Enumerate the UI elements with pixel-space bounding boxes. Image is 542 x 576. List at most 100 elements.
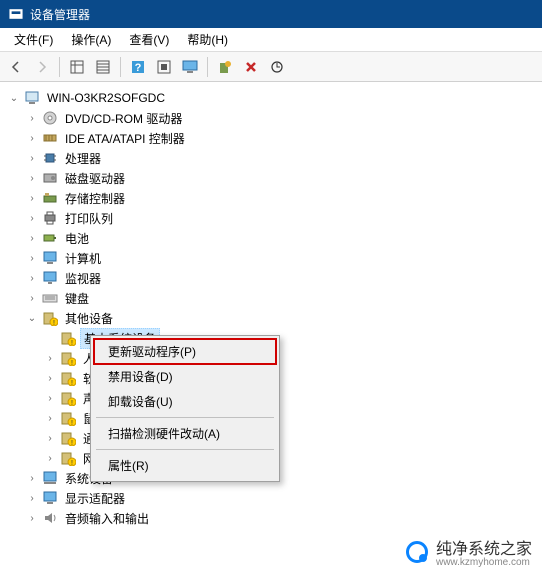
menu-action[interactable]: 操作(A) xyxy=(63,29,119,50)
update-driver-icon[interactable] xyxy=(213,55,237,79)
chevron-right-icon: › xyxy=(44,452,56,464)
chevron-down-icon[interactable]: ⌄ xyxy=(8,92,20,104)
chevron-right-icon: › xyxy=(26,252,38,264)
node-label: 打印队列 xyxy=(62,209,116,228)
chevron-right-icon: › xyxy=(44,432,56,444)
watermark: 纯净系统之家 www.kzmyhome.com xyxy=(406,535,532,568)
unknown-icon: ! xyxy=(60,350,76,366)
printer-icon xyxy=(42,210,58,226)
delete-icon[interactable] xyxy=(239,55,263,79)
node-label: 键盘 xyxy=(62,289,92,308)
tree-node[interactable]: › 监视器 xyxy=(26,268,538,288)
computer-icon xyxy=(42,250,58,266)
node-label: 存储控制器 xyxy=(62,189,128,208)
chevron-right-icon: › xyxy=(26,212,38,224)
chevron-right-icon: › xyxy=(26,492,38,504)
scan-icon[interactable] xyxy=(265,55,289,79)
separator xyxy=(59,57,60,77)
logo-icon xyxy=(406,541,428,563)
storage-icon xyxy=(42,190,58,206)
ide-icon xyxy=(42,130,58,146)
chevron-right-icon: › xyxy=(26,472,38,484)
monitor-icon xyxy=(42,270,58,286)
unknown-icon: ! xyxy=(60,330,76,346)
watermark-brand: 纯净系统之家 xyxy=(436,541,532,558)
back-button[interactable] xyxy=(4,55,28,79)
disk-icon xyxy=(42,170,58,186)
tree-node[interactable]: ›处理器 xyxy=(26,148,538,168)
unknown-icon: ! xyxy=(60,450,76,466)
tree-node[interactable]: › 键盘 xyxy=(26,288,538,308)
toolbar-btn-1[interactable] xyxy=(65,55,89,79)
tree-node[interactable]: › 磁盘驱动器 xyxy=(26,168,538,188)
tree-node[interactable]: ›音频输入和输出 xyxy=(26,508,538,528)
monitor-icon[interactable] xyxy=(178,55,202,79)
cm-scan-hardware[interactable]: 扫描检测硬件改动(A) xyxy=(94,421,276,446)
tree-node[interactable]: › 电池 xyxy=(26,228,538,248)
chevron-right-icon: › xyxy=(26,112,38,124)
toolbar-btn-4[interactable] xyxy=(152,55,176,79)
chevron-right-icon: › xyxy=(44,372,56,384)
menu-view[interactable]: 查看(V) xyxy=(121,29,177,50)
tree-node[interactable]: › IDE ATA/ATAPI 控制器 xyxy=(26,128,538,148)
node-label: 音频输入和输出 xyxy=(62,509,152,528)
menu-file[interactable]: 文件(F) xyxy=(6,29,61,50)
chevron-right-icon: › xyxy=(26,172,38,184)
cm-update-driver[interactable]: 更新驱动程序(P) xyxy=(94,339,276,364)
svg-text:?: ? xyxy=(135,62,142,74)
separator xyxy=(207,57,208,77)
chevron-right-icon: › xyxy=(26,232,38,244)
toolbar: ? xyxy=(0,52,542,82)
cm-disable-device[interactable]: 禁用设备(D) xyxy=(94,364,276,389)
forward-button[interactable] xyxy=(30,55,54,79)
unknown-icon: ! xyxy=(60,430,76,446)
node-label: DVD/CD-ROM 驱动器 xyxy=(62,109,185,128)
tree-node-other-devices[interactable]: ⌄! 其他设备 xyxy=(26,308,538,328)
svg-text:!: ! xyxy=(53,320,55,326)
tree-node[interactable]: › 显示适配器 xyxy=(26,488,538,508)
separator xyxy=(96,417,274,418)
cm-properties[interactable]: 属性(R) xyxy=(94,453,276,478)
computer-icon xyxy=(24,90,40,106)
help-icon[interactable]: ? xyxy=(126,55,150,79)
chevron-right-icon: › xyxy=(26,132,38,144)
tree-node[interactable]: › 打印队列 xyxy=(26,208,538,228)
node-label: IDE ATA/ATAPI 控制器 xyxy=(62,129,188,148)
battery-icon xyxy=(42,230,58,246)
titlebar: 设备管理器 xyxy=(0,0,542,28)
node-label: 显示适配器 xyxy=(62,489,128,508)
chevron-right-icon: › xyxy=(26,272,38,284)
node-label: 磁盘驱动器 xyxy=(62,169,128,188)
menubar: 文件(F) 操作(A) 查看(V) 帮助(H) xyxy=(0,28,542,52)
cpu-icon xyxy=(42,150,58,166)
root-label: WIN-O3KR2SOFGDC xyxy=(44,90,168,106)
chevron-right-icon: › xyxy=(44,412,56,424)
svg-text:!: ! xyxy=(71,420,73,426)
separator xyxy=(120,57,121,77)
svg-text:!: ! xyxy=(71,380,73,386)
cm-uninstall-device[interactable]: 卸载设备(U) xyxy=(94,389,276,414)
node-label: 电池 xyxy=(62,229,92,248)
tree-root-node[interactable]: ⌄ WIN-O3KR2SOFGDC xyxy=(8,88,538,108)
unknown-icon: ! xyxy=(42,310,58,326)
watermark-url: www.kzmyhome.com xyxy=(436,557,532,568)
svg-text:!: ! xyxy=(71,400,73,406)
chevron-right-icon: › xyxy=(26,192,38,204)
context-menu: 更新驱动程序(P) 禁用设备(D) 卸载设备(U) 扫描检测硬件改动(A) 属性… xyxy=(90,335,280,482)
chevron-down-icon[interactable]: ⌄ xyxy=(26,312,38,324)
system-icon xyxy=(42,470,58,486)
tree-node[interactable]: › 计算机 xyxy=(26,248,538,268)
tree-node[interactable]: › 存储控制器 xyxy=(26,188,538,208)
svg-text:!: ! xyxy=(71,440,73,446)
expander-placeholder xyxy=(44,332,56,344)
node-label: 处理器 xyxy=(62,149,104,168)
node-label: 其他设备 xyxy=(62,309,116,328)
unknown-icon: ! xyxy=(60,390,76,406)
disc-icon xyxy=(42,110,58,126)
menu-help[interactable]: 帮助(H) xyxy=(179,29,236,50)
node-label: 计算机 xyxy=(62,249,104,268)
toolbar-btn-2[interactable] xyxy=(91,55,115,79)
tree-node[interactable]: › DVD/CD-ROM 驱动器 xyxy=(26,108,538,128)
node-label: 监视器 xyxy=(62,269,104,288)
chevron-right-icon: › xyxy=(26,292,38,304)
